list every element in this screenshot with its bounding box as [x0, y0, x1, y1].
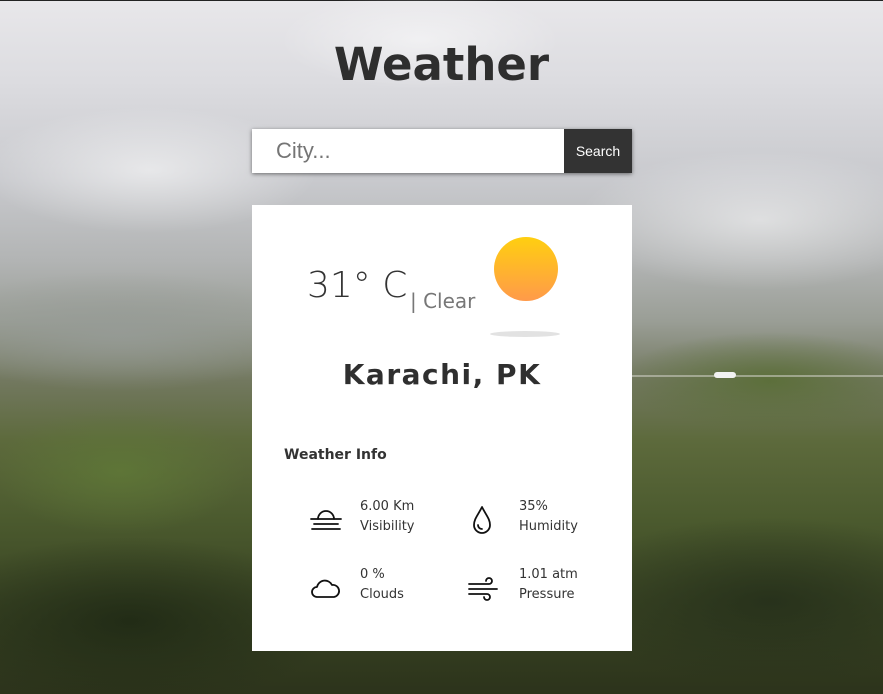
pressure-value: 1.01 atm — [519, 567, 578, 582]
sun-icon — [494, 237, 558, 301]
sun-shadow — [490, 331, 560, 337]
humidity-value: 35% — [519, 499, 548, 514]
weather-card: 31° C | Clear Karachi, PK Weather Info 6… — [252, 205, 632, 651]
humidity-label: Humidity — [519, 519, 578, 534]
metric-visibility: 6.00 Km Visibility — [308, 499, 468, 543]
visibility-icon — [308, 505, 344, 535]
visibility-value: 6.00 Km — [360, 499, 415, 514]
metric-humidity: 35% Humidity — [467, 499, 627, 543]
background-car — [714, 372, 736, 378]
city-name: Karachi, PK — [342, 358, 542, 391]
search-button[interactable]: Search — [564, 129, 632, 173]
temperature: 31° C — [307, 265, 408, 306]
metric-clouds: 0 % Clouds — [308, 567, 468, 611]
background-road — [632, 375, 883, 377]
visibility-label: Visibility — [360, 519, 415, 534]
search-input[interactable] — [252, 129, 564, 173]
page-title: Weather — [333, 38, 550, 91]
search-bar: Search — [252, 129, 632, 173]
clouds-value: 0 % — [360, 567, 385, 582]
wind-icon — [467, 573, 503, 603]
pressure-label: Pressure — [519, 587, 575, 602]
clouds-label: Clouds — [360, 587, 404, 602]
condition-text: | Clear — [410, 289, 476, 313]
weather-info-heading: Weather Info — [284, 447, 387, 463]
metric-pressure: 1.01 atm Pressure — [467, 567, 627, 611]
cloud-icon — [308, 573, 344, 603]
humidity-icon — [467, 505, 503, 535]
